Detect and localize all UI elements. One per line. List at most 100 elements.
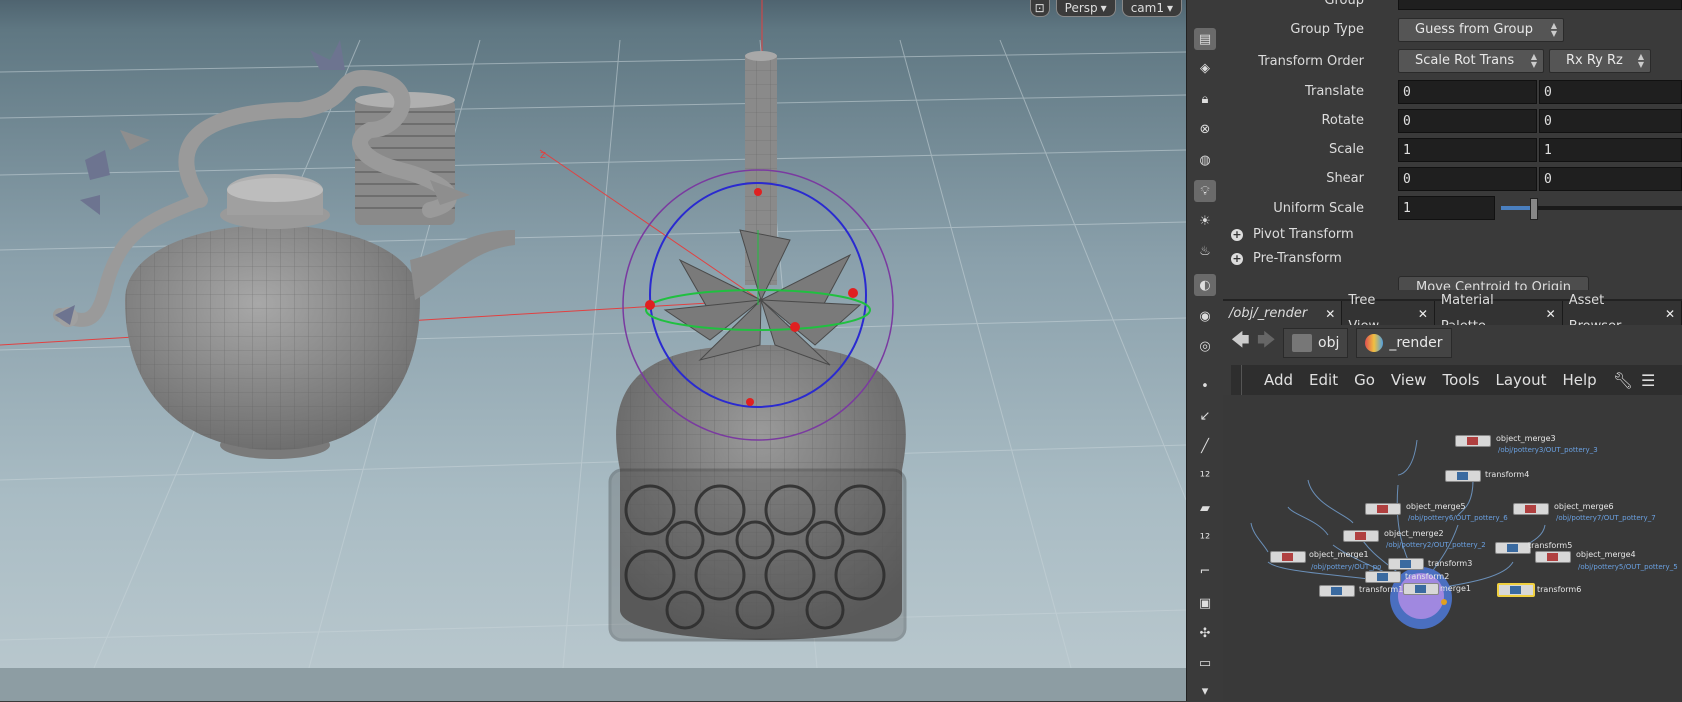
point-display-icon[interactable]: • <box>1194 375 1216 397</box>
group-type-label: Group Type <box>1290 22 1364 37</box>
headlight-icon[interactable]: 💡︎ <box>1194 180 1216 202</box>
point-number-icon[interactable]: ¹² <box>1194 466 1216 488</box>
close-icon[interactable]: ✕ <box>1418 301 1428 327</box>
wrench-icon[interactable]: 🔧︎ <box>1613 371 1633 390</box>
pre-transform-folder[interactable]: + Pre-Transform <box>1231 251 1342 266</box>
shading-icon[interactable]: ◐ <box>1194 274 1216 296</box>
breadcrumb-obj[interactable]: obj <box>1283 328 1349 358</box>
scale-x-field[interactable]: 1 <box>1398 138 1537 162</box>
node-transform6[interactable] <box>1497 583 1535 597</box>
uniform-scale-label: Uniform Scale <box>1273 201 1364 216</box>
node-object-merge3[interactable] <box>1455 435 1491 447</box>
node-object-merge1[interactable] <box>1270 551 1306 563</box>
scene-canvas[interactable]: z <box>0 0 1186 701</box>
visibility-icon[interactable]: ◉ <box>1194 305 1216 327</box>
tab-asset-browser[interactable]: Asset Browser✕ <box>1562 293 1682 334</box>
network-editor[interactable]: merge1 object_merge3 /obj/pottery3/OUT_p… <box>1223 395 1682 701</box>
rotate-order-menu[interactable]: Rx Ry Rz ▲ ▼ <box>1549 49 1651 73</box>
right-panel: Group Group Type Guess from Group ▲ ▼ Tra… <box>1223 0 1682 701</box>
pre-transform-label: Pre-Transform <box>1253 251 1342 266</box>
bounding-box-icon[interactable]: ▭ <box>1194 652 1216 674</box>
menu-edit[interactable]: Edit <box>1301 371 1346 389</box>
light-icon[interactable]: ☀ <box>1194 210 1216 232</box>
updown-arrow-icon: ▲ ▼ <box>1637 52 1645 69</box>
group-type-menu[interactable]: Guess from Group ▲ ▼ <box>1398 18 1564 42</box>
camera-view-icon[interactable]: ◎ <box>1194 335 1216 357</box>
ghost-light-icon[interactable]: ♨ <box>1194 240 1216 262</box>
camera-lock-icon[interactable]: ⊡ <box>1029 0 1050 17</box>
menu-tools[interactable]: Tools <box>1435 371 1488 389</box>
node-name: object_merge6 <box>1554 502 1614 511</box>
point-normal-icon[interactable]: ↙ <box>1194 405 1216 427</box>
forward-arrow-icon[interactable]: 🡆 <box>1257 328 1276 358</box>
shear-x-field[interactable]: 0 <box>1398 167 1537 191</box>
tab-material-palette[interactable]: Material Palette✕ <box>1434 293 1563 334</box>
node-transform4[interactable] <box>1445 470 1481 482</box>
node-transform3[interactable] <box>1388 558 1424 570</box>
tab-tree-view[interactable]: Tree View✕ <box>1342 293 1435 334</box>
vase-model <box>608 51 907 642</box>
tab-label: /obj/_render <box>1229 306 1308 321</box>
node-object-merge4[interactable] <box>1535 551 1571 563</box>
vertex-icon[interactable]: ╱ <box>1194 435 1216 457</box>
menu-layout[interactable]: Layout <box>1487 371 1554 389</box>
breadcrumb-render[interactable]: _render <box>1356 328 1452 358</box>
node-object-merge6[interactable] <box>1513 503 1549 515</box>
rotate-label: Rotate <box>1321 113 1364 128</box>
rotate-x-field[interactable]: 0 <box>1398 109 1537 133</box>
node-name: object_merge2 <box>1384 529 1444 538</box>
node-name: transform1 <box>1359 585 1404 594</box>
normals-icon[interactable]: ✣ <box>1194 622 1216 644</box>
persp-menu[interactable]: Persp ▾ <box>1055 0 1116 17</box>
translate-x-field[interactable]: 0 <box>1398 80 1537 104</box>
chevron-down-icon[interactable]: ▾ <box>1194 680 1216 702</box>
scene-viewport[interactable]: z ⊡ Persp ▾ cam1 ▾ <box>0 0 1186 701</box>
close-icon[interactable]: ✕ <box>1325 301 1335 327</box>
close-icon[interactable]: ✕ <box>1546 301 1556 327</box>
pivot-transform-label: Pivot Transform <box>1253 227 1354 242</box>
parameter-editor: Group Group Type Guess from Group ▲ ▼ Tra… <box>1223 0 1682 290</box>
node-path: /obj/pottery7/OUT_pottery_7 <box>1556 514 1656 522</box>
node-transform5[interactable] <box>1495 542 1531 554</box>
cam-label: cam1 <box>1130 0 1164 15</box>
display-options-icon[interactable]: ▤ <box>1194 28 1216 50</box>
menu-help[interactable]: Help <box>1554 371 1604 389</box>
shear-y-field[interactable]: 0 <box>1539 167 1682 191</box>
node-object-merge5[interactable] <box>1365 503 1401 515</box>
cam-menu[interactable]: cam1 ▾ <box>1121 0 1182 17</box>
face-icon[interactable]: ▰ <box>1194 497 1216 519</box>
sphere-icon[interactable]: ◍ <box>1194 149 1216 171</box>
pane-tabs: /obj/_render ✕ Tree View✕ Material Palett… <box>1223 293 1682 334</box>
breadcrumb-render-label: _render <box>1389 335 1443 351</box>
slider-handle[interactable] <box>1530 198 1538 220</box>
uniform-scale-field[interactable]: 1 <box>1398 196 1495 220</box>
menu-view[interactable]: View <box>1383 371 1435 389</box>
translate-y-field[interactable]: 0 <box>1539 80 1682 104</box>
uniform-scale-slider[interactable] <box>1501 198 1682 220</box>
node-transform2[interactable] <box>1365 571 1401 583</box>
edge-icon[interactable]: ⌐ <box>1194 560 1216 582</box>
scale-y-field[interactable]: 1 <box>1539 138 1682 162</box>
node-object-merge2[interactable] <box>1343 530 1379 542</box>
menu-go[interactable]: Go <box>1346 371 1383 389</box>
scale-label: Scale <box>1329 142 1364 157</box>
menu-add[interactable]: Add <box>1256 371 1301 389</box>
back-arrow-icon[interactable]: 🡄 <box>1231 328 1250 358</box>
transform-order-menu[interactable]: Scale Rot Trans ▲ ▼ <box>1398 49 1544 73</box>
close-icon[interactable]: ✕ <box>1665 301 1675 327</box>
tree-list-icon[interactable]: ☰ <box>1641 371 1655 390</box>
snapping-icon[interactable]: ◈ <box>1194 57 1216 79</box>
node-merge1[interactable] <box>1403 583 1439 595</box>
node-transform1[interactable] <box>1319 585 1355 597</box>
tab-obj-render[interactable]: /obj/_render ✕ <box>1223 301 1343 327</box>
hull-icon[interactable]: ▣ <box>1194 592 1216 614</box>
rotate-y-field[interactable]: 0 <box>1539 109 1682 133</box>
group-field[interactable] <box>1398 0 1682 10</box>
primitive-number-icon[interactable]: ¹² <box>1194 528 1216 550</box>
close-view-icon[interactable]: ⊗ <box>1194 118 1216 140</box>
node-name: transform2 <box>1405 572 1450 581</box>
group-label: Group <box>1324 0 1364 8</box>
viewport-status-strip <box>0 668 1186 701</box>
lock-icon[interactable]: 🔒︎ <box>1194 88 1216 110</box>
pivot-transform-folder[interactable]: + Pivot Transform <box>1231 227 1354 242</box>
